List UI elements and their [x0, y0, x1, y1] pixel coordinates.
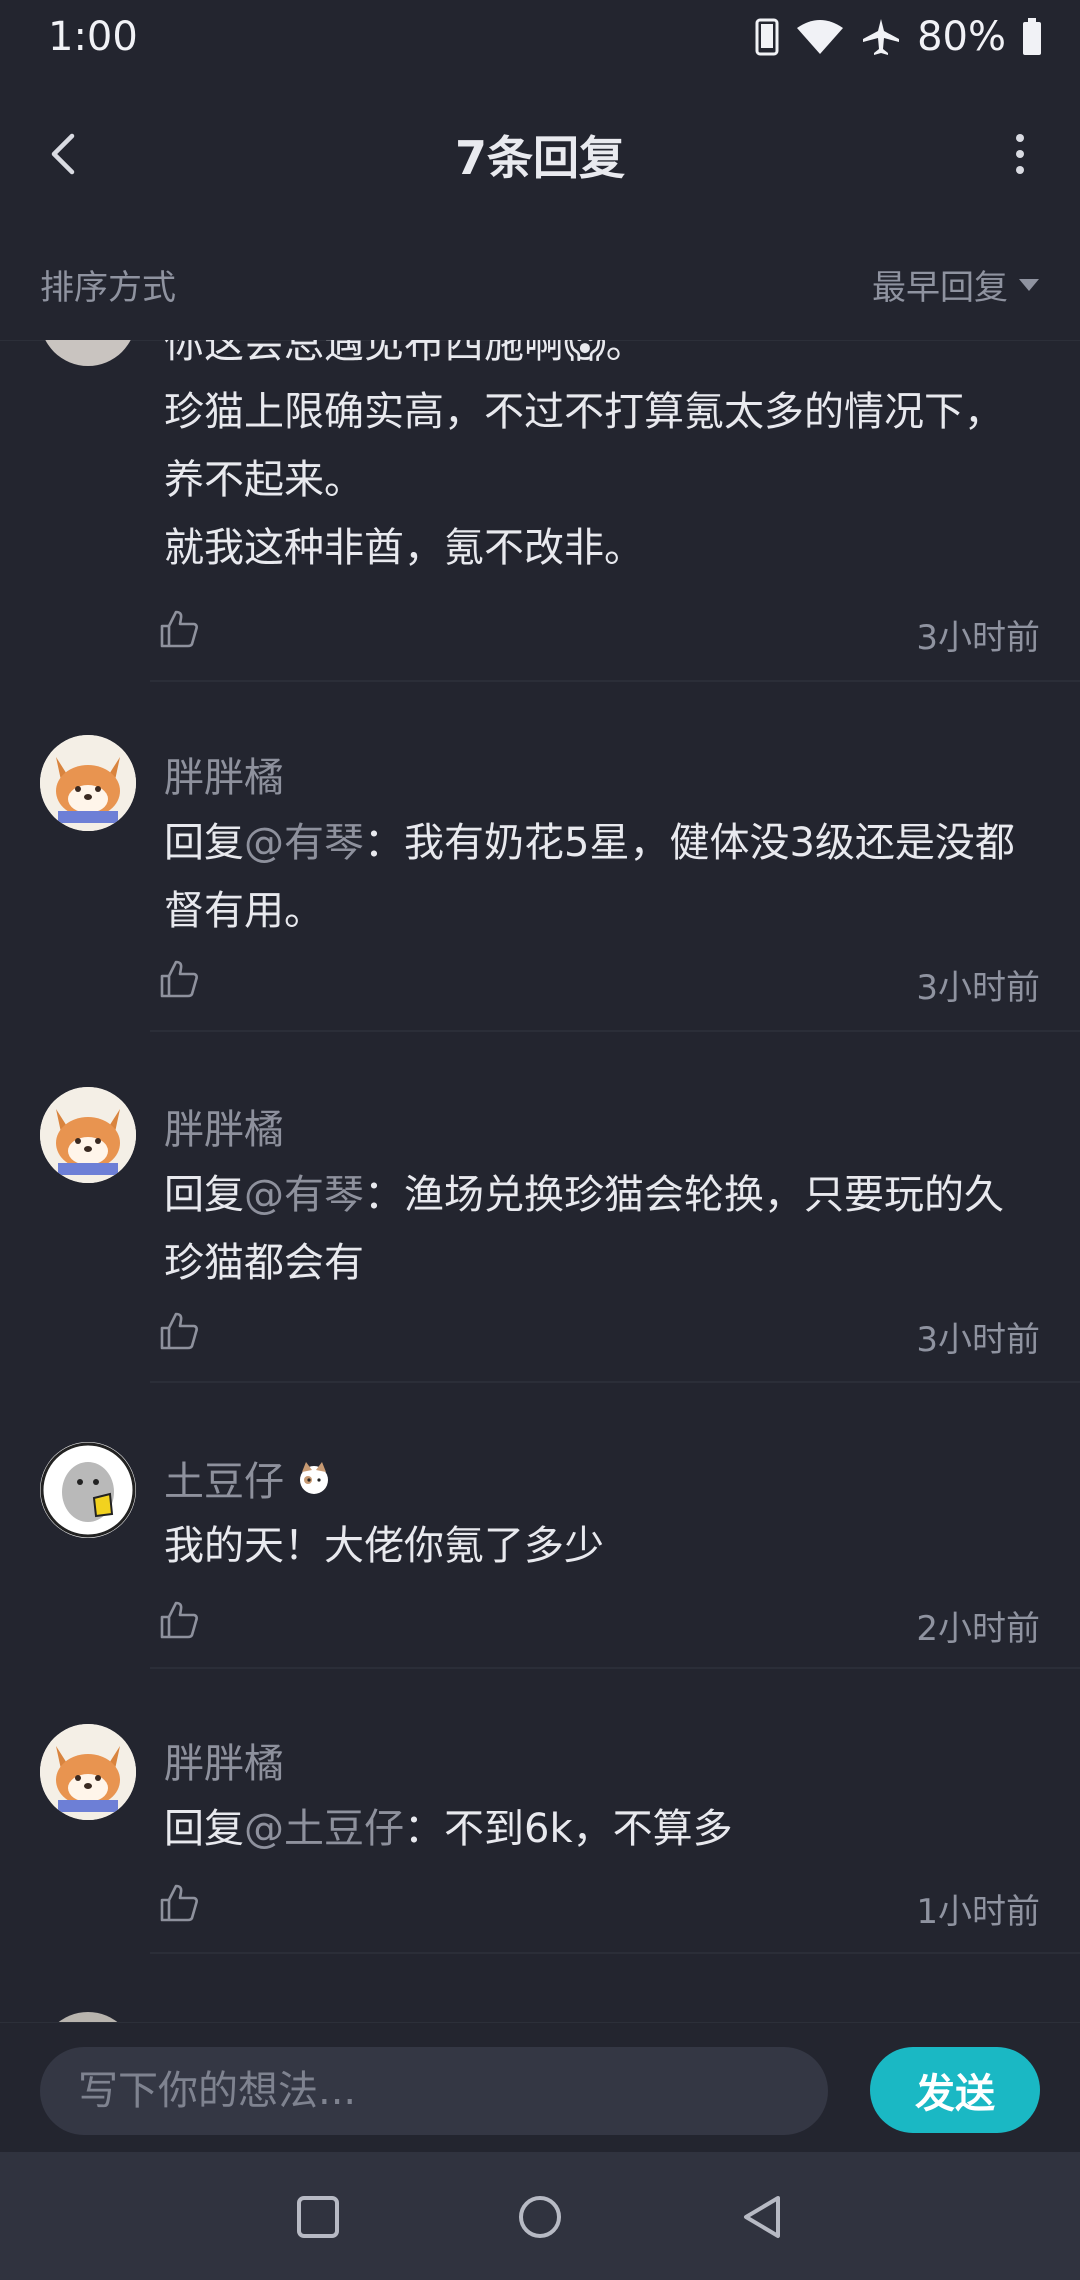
avatar[interactable] — [40, 1724, 136, 1820]
mention-link[interactable]: @有琴 — [244, 1172, 364, 1218]
reply-author[interactable]: 土豆仔 — [164, 1449, 334, 1507]
like-icon[interactable] — [158, 608, 200, 650]
reply-text: 回复@有琴：我有奶花5星，健体没3级还是没都督有用。 — [164, 820, 1015, 934]
battery-icon — [1022, 18, 1042, 56]
like-icon[interactable] — [158, 1882, 200, 1924]
send-button[interactable]: 发送 — [870, 2047, 1040, 2133]
divider — [150, 1030, 1080, 1032]
recent-apps-icon[interactable] — [295, 2194, 341, 2240]
reply-item: 胖胖橘 回复@有琴：渔场兑换珍猫会轮换，只要玩的久珍猫都会有 3小时前 — [0, 1035, 1080, 1387]
reply-list[interactable]: 你这会总遇见布西施啊😱。 珍猫上限确实高，不过不打算氪太多的情况下，养不起来。 … — [0, 340, 1080, 2022]
reply-text: 你这会总遇见布西施啊😱。 珍猫上限确实高，不过不打算氪太多的情况下，养不起来。 … — [164, 340, 1022, 582]
reply-text: 回复@有琴：渔场兑换珍猫会轮换，只要玩的久珍猫都会有 — [164, 1172, 1004, 1286]
sort-bar: 排序方式 最早回复 — [0, 230, 1080, 341]
sort-value: 最早回复 — [872, 268, 1008, 308]
mention-link[interactable]: @有琴 — [244, 820, 364, 866]
divider — [150, 1667, 1080, 1669]
phone-icon — [755, 18, 779, 56]
reply-composer: 发送 — [0, 2022, 1080, 2153]
status-bar: 1:00 80% — [0, 0, 1080, 80]
home-icon[interactable] — [517, 2194, 563, 2240]
more-vertical-icon[interactable] — [996, 128, 1044, 180]
avatar[interactable] — [40, 735, 136, 831]
reply-time: 3小时前 — [916, 618, 1040, 658]
reply-text: 回复@土豆仔：不到6k，不算多 — [164, 1806, 733, 1852]
sort-dropdown[interactable]: 最早回复 — [872, 260, 1040, 309]
reply-time: 1小时前 — [916, 1892, 1040, 1932]
back-icon[interactable] — [740, 2194, 786, 2240]
like-icon[interactable] — [158, 958, 200, 1000]
divider — [150, 1381, 1080, 1383]
like-icon[interactable] — [158, 1599, 200, 1641]
reply-time: 2小时前 — [916, 1609, 1040, 1649]
reply-item: 胖胖橘 回复@有琴：我有奶花5星，健体没3级还是没都督有用。 3小时前 — [0, 685, 1080, 1035]
reply-time: 3小时前 — [916, 968, 1040, 1008]
mention-link[interactable]: @土豆仔 — [244, 1806, 404, 1852]
wifi-icon — [795, 18, 845, 56]
system-nav-bar — [0, 2152, 1080, 2280]
reply-author[interactable]: 胖胖橘 — [164, 1731, 284, 1789]
reply-author[interactable]: 胖胖橘 — [164, 1097, 284, 1155]
divider — [150, 680, 1080, 682]
scream-emoji-icon: 😱 — [564, 340, 606, 367]
page-title: 7条回复 — [454, 131, 625, 185]
reply-item: 你这会总遇见布西施啊😱。 珍猫上限确实高，不过不打算氪太多的情况下，养不起来。 … — [0, 340, 1080, 685]
airplane-icon — [861, 17, 901, 57]
reply-input-wrapper — [40, 2047, 828, 2135]
status-icons: 80% — [755, 14, 1042, 60]
battery-percent: 80% — [917, 14, 1006, 60]
avatar[interactable] — [40, 1442, 136, 1538]
divider — [150, 1952, 1080, 1954]
avatar[interactable] — [40, 2012, 136, 2022]
reply-item: 有琴 — [0, 1956, 1080, 2022]
top-app-bar: 7条回复 — [0, 80, 1080, 230]
cat-badge-icon — [294, 1458, 334, 1498]
sort-label: 排序方式 — [40, 268, 176, 308]
caret-down-icon — [1018, 278, 1040, 292]
avatar[interactable] — [40, 1087, 136, 1183]
reply-text: 我的天！大佬你氪了多少 — [164, 1523, 604, 1569]
avatar[interactable] — [40, 340, 136, 366]
reply-time: 3小时前 — [916, 1320, 1040, 1360]
like-icon[interactable] — [158, 1310, 200, 1352]
reply-item: 土豆仔 我的天！大佬你氪了多少 2小时前 — [0, 1387, 1080, 1671]
reply-author[interactable]: 胖胖橘 — [164, 745, 284, 803]
reply-item: 胖胖橘 回复@土豆仔：不到6k，不算多 1小时前 — [0, 1671, 1080, 1956]
reply-input[interactable] — [40, 2047, 828, 2135]
